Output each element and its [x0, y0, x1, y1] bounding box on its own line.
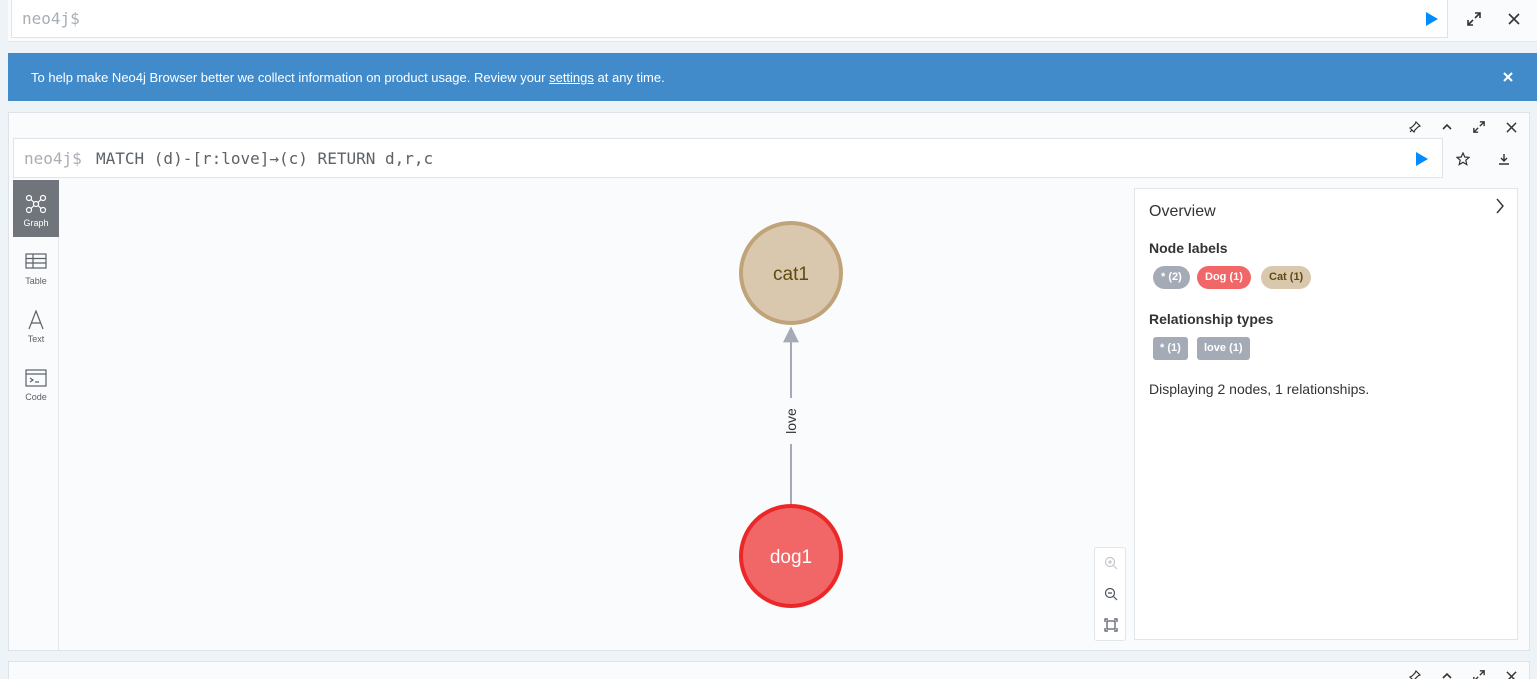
- fit-to-screen-button[interactable]: [1095, 610, 1127, 640]
- zoom-out-icon: [1104, 587, 1118, 601]
- close-icon: [1505, 121, 1517, 133]
- tab-table-label: Table: [25, 276, 47, 286]
- graph-icon: [25, 194, 47, 214]
- tab-graph[interactable]: Graph: [13, 180, 59, 237]
- view-sidebar: Graph Table Text Code: [13, 180, 59, 650]
- graph-canvas[interactable]: love cat1 dog1: [60, 180, 1130, 650]
- relationship-label: love: [783, 408, 799, 434]
- table-icon: [25, 253, 47, 269]
- top-prompt: neo4j$: [22, 9, 80, 28]
- pin-icon: [1409, 121, 1421, 133]
- tab-code-label: Code: [25, 392, 47, 402]
- star-icon: [1456, 152, 1470, 166]
- expand-icon: [1473, 670, 1485, 679]
- tab-graph-label: Graph: [23, 218, 49, 228]
- result-frame: neo4j$ MATCH (d)-[r:love]→(c) RETURN d,r…: [8, 112, 1530, 651]
- node-dog1-label: dog1: [770, 547, 812, 568]
- close-frame-button[interactable]: [1503, 119, 1519, 135]
- favorite-button[interactable]: [1453, 149, 1473, 169]
- chevron-up-icon: [1442, 123, 1452, 130]
- run-query-button[interactable]: [1422, 9, 1442, 29]
- tab-text-label: Text: [27, 334, 45, 344]
- rerun-query-button[interactable]: [1412, 149, 1432, 169]
- pin-frame-button[interactable]: [1407, 668, 1423, 679]
- fullscreen-frame-button[interactable]: [1471, 668, 1487, 679]
- play-icon: [1416, 152, 1428, 166]
- text-icon: [28, 310, 44, 330]
- fit-screen-icon: [1104, 618, 1118, 632]
- node-label-dog[interactable]: Dog (1): [1197, 266, 1251, 289]
- node-label-all[interactable]: * (2): [1153, 266, 1190, 289]
- node-cat1-label: cat1: [773, 264, 809, 285]
- chevron-right-icon: [1496, 198, 1504, 214]
- node-dog1[interactable]: dog1: [739, 504, 843, 608]
- fullscreen-editor-button[interactable]: [1464, 9, 1484, 29]
- clear-editor-button[interactable]: [1504, 9, 1524, 29]
- overview-panel: Overview Node labels * (2) Dog (1) Cat (…: [1134, 188, 1518, 640]
- close-icon: [1508, 13, 1520, 25]
- settings-link[interactable]: settings: [549, 70, 594, 85]
- frame-query-editor[interactable]: neo4j$ MATCH (d)-[r:love]→(c) RETURN d,r…: [13, 138, 1443, 178]
- zoom-controls: [1094, 547, 1126, 641]
- graph-svg: love cat1 dog1: [739, 221, 843, 608]
- top-editor-bar: neo4j$: [8, 0, 1537, 42]
- next-result-frame: [8, 661, 1530, 679]
- banner-text: To help make Neo4j Browser better we col…: [31, 70, 550, 85]
- frame-query-text: MATCH (d)-[r:love]→(c) RETURN d,r,c: [96, 149, 434, 168]
- chevron-up-icon: [1442, 672, 1452, 679]
- zoom-in-icon: [1104, 556, 1118, 570]
- play-icon: [1426, 12, 1438, 26]
- collapse-overview-button[interactable]: [1491, 197, 1509, 215]
- close-frame-button[interactable]: [1503, 668, 1519, 679]
- pin-icon: [1409, 670, 1421, 679]
- banner-text-end: at any time.: [593, 70, 665, 85]
- close-icon: [1503, 72, 1513, 82]
- expand-icon: [1473, 121, 1485, 133]
- collapse-frame-button[interactable]: [1439, 668, 1455, 679]
- close-icon: [1505, 670, 1517, 679]
- download-icon: [1499, 154, 1509, 165]
- relationship-love[interactable]: love: [783, 326, 799, 504]
- tab-table[interactable]: Table: [13, 238, 59, 295]
- overview-title: Overview: [1149, 203, 1216, 220]
- banner-close-button[interactable]: [1500, 69, 1516, 85]
- pin-frame-button[interactable]: [1407, 119, 1423, 135]
- node-label-cat[interactable]: Cat (1): [1261, 266, 1312, 289]
- rel-type-all[interactable]: * (1): [1153, 337, 1188, 360]
- zoom-in-button[interactable]: [1095, 548, 1127, 578]
- code-icon: [25, 369, 47, 387]
- expand-icon: [1467, 12, 1481, 26]
- tab-code[interactable]: Code: [13, 354, 59, 411]
- tab-text[interactable]: Text: [13, 296, 59, 353]
- overview-summary: Displaying 2 nodes, 1 relationships.: [1149, 381, 1370, 397]
- node-cat1[interactable]: cat1: [739, 221, 843, 325]
- node-labels-heading: Node labels: [1149, 240, 1228, 256]
- banner-message: To help make Neo4j Browser better we col…: [31, 70, 665, 85]
- export-button[interactable]: [1494, 149, 1514, 169]
- zoom-out-button[interactable]: [1095, 579, 1127, 609]
- frame-prompt: neo4j$: [24, 149, 82, 168]
- rel-type-love[interactable]: love (1): [1197, 337, 1250, 360]
- top-query-input[interactable]: neo4j$: [11, 0, 1448, 38]
- collapse-frame-button[interactable]: [1439, 119, 1455, 135]
- usage-banner: To help make Neo4j Browser better we col…: [8, 53, 1537, 101]
- relationship-types-heading: Relationship types: [1149, 311, 1274, 327]
- fullscreen-frame-button[interactable]: [1471, 119, 1487, 135]
